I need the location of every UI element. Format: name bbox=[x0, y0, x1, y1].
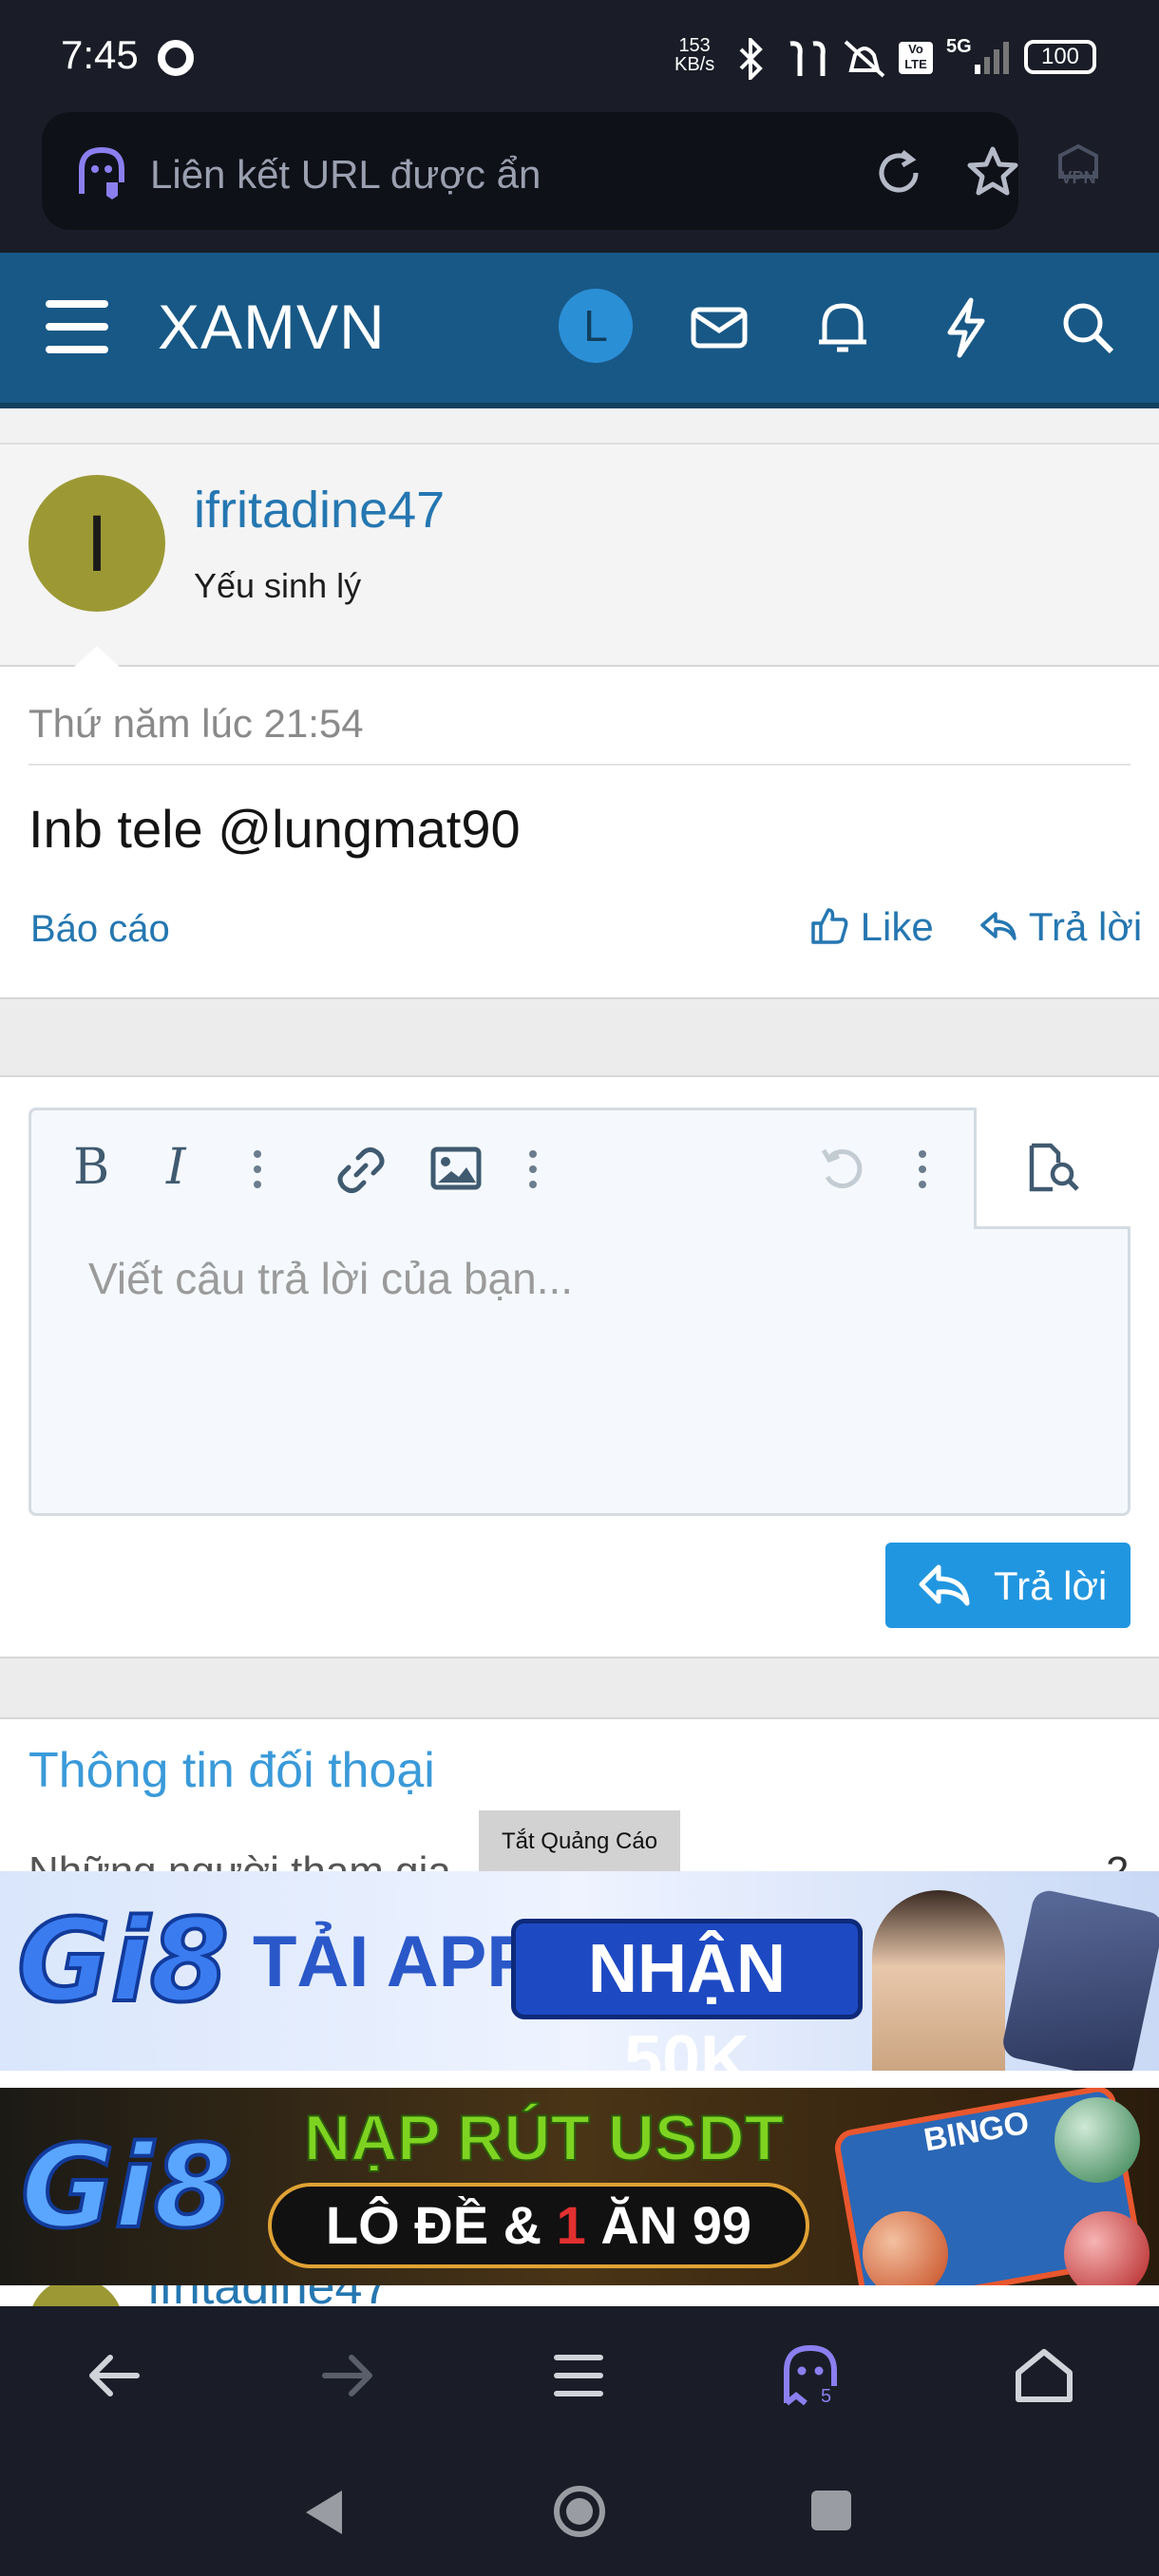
divider bbox=[28, 764, 1130, 766]
thumbs-up-icon bbox=[811, 908, 848, 944]
author-avatar[interactable]: I bbox=[28, 475, 165, 612]
status-bar: 7:45 153 KB/s Vo LTE 5G 100 bbox=[0, 0, 1159, 104]
next-post-peek: ifritadine47 bbox=[0, 2285, 1159, 2306]
status-time: 7:45 bbox=[61, 32, 139, 77]
post-text: Inb tele @lungmat90 bbox=[28, 799, 521, 859]
reload-icon[interactable] bbox=[874, 148, 923, 198]
system-nav-bar bbox=[0, 2445, 1159, 2576]
system-home-icon[interactable] bbox=[551, 2483, 608, 2540]
post-author-block: I ifritadine47 Yếu sinh lý bbox=[0, 443, 1159, 669]
ad-text: TẢI APP bbox=[253, 1922, 535, 2002]
browser-toolbar: Liên kết URL được ẩn VPN bbox=[0, 104, 1159, 253]
browser-bottom-nav: 5 bbox=[0, 2306, 1159, 2445]
report-link[interactable]: Báo cáo bbox=[30, 908, 170, 951]
ad-ball bbox=[1054, 2097, 1140, 2183]
reply-link[interactable]: Trả lời bbox=[978, 904, 1142, 950]
bold-icon[interactable]: B bbox=[73, 1139, 109, 1196]
reply-editor[interactable]: B I Viết câu trả lời của bạn... bbox=[28, 1108, 1130, 1516]
ad-text: NẠP RÚT USDT bbox=[303, 2101, 785, 2175]
url-bar[interactable]: Liên kết URL được ẩn bbox=[42, 112, 1018, 230]
preview-button[interactable] bbox=[974, 1108, 1130, 1229]
record-icon bbox=[158, 40, 194, 76]
image-icon[interactable] bbox=[430, 1146, 482, 1190]
post-date[interactable]: Thứ năm lúc 21:54 bbox=[28, 701, 364, 747]
user-avatar[interactable]: L bbox=[559, 289, 633, 363]
author-title: Yếu sinh lý bbox=[194, 566, 362, 605]
system-back-icon[interactable] bbox=[300, 2487, 348, 2538]
quick-reply-block: B I Viết câu trả lời của bạn... Trả lời bbox=[0, 1077, 1159, 1658]
volte-icon: Vo LTE bbox=[899, 42, 933, 74]
mute-icon bbox=[844, 40, 885, 78]
lightning-icon[interactable] bbox=[933, 294, 999, 361]
ad-text: LÔ ĐỀ & 1 ĂN 99 bbox=[268, 2183, 809, 2268]
network-label: 5G bbox=[946, 36, 972, 57]
ad-model-image bbox=[872, 1890, 1005, 2071]
menu-icon[interactable] bbox=[46, 300, 108, 353]
italic-icon[interactable]: I bbox=[166, 1139, 186, 1196]
close-ads-button[interactable]: Tắt Quảng Cáo bbox=[479, 1810, 680, 1873]
back-arrow-icon[interactable] bbox=[80, 2340, 150, 2411]
ad-brand-logo: Gi8 bbox=[19, 2120, 235, 2256]
search-icon[interactable] bbox=[1054, 294, 1121, 361]
thread-info-title: Thông tin đối thoại bbox=[28, 1743, 435, 1798]
reply-arrow-icon bbox=[980, 912, 1016, 940]
editor-toolbar: B I bbox=[31, 1110, 974, 1228]
mail-icon[interactable] bbox=[686, 294, 752, 361]
link-icon[interactable] bbox=[335, 1145, 387, 1196]
reply-arrow-icon bbox=[919, 1564, 970, 1606]
vpn-icon[interactable]: VPN bbox=[1045, 142, 1112, 209]
separator bbox=[0, 1658, 1159, 1719]
author-username[interactable]: ifritadine47 bbox=[194, 481, 445, 540]
menu-icon[interactable] bbox=[543, 2340, 614, 2411]
tab-count: 5 bbox=[821, 2386, 832, 2407]
ad-banner-2[interactable]: Gi8 NẠP RÚT USDT LÔ ĐỀ & 1 ĂN 99 BINGO bbox=[0, 2088, 1159, 2285]
home-icon[interactable] bbox=[1009, 2340, 1079, 2411]
ad-phone-image bbox=[999, 1887, 1159, 2071]
ad-brand-logo: Gi8 bbox=[15, 1894, 231, 2030]
submit-reply-button[interactable]: Trả lời bbox=[885, 1543, 1130, 1628]
undo-icon[interactable] bbox=[818, 1145, 865, 1192]
preview-document-icon bbox=[1029, 1143, 1079, 1192]
ad-banner-1[interactable]: Gi8 TẢI APP NHẬN 50K bbox=[0, 1871, 1159, 2071]
next-post-avatar bbox=[28, 2285, 124, 2306]
reply-placeholder: Viết câu trả lời của bạn... bbox=[88, 1254, 574, 1303]
post-body: Thứ năm lúc 21:54 Inb tele @lungmat90 Bá… bbox=[0, 667, 1159, 999]
author-caret bbox=[72, 646, 122, 669]
bluetooth-icon bbox=[739, 38, 763, 80]
bookmark-star-icon[interactable] bbox=[965, 144, 1020, 199]
more-vertical-icon[interactable] bbox=[252, 1148, 263, 1190]
system-recents-icon[interactable] bbox=[809, 2489, 853, 2532]
tabs-ghost-icon[interactable]: 5 bbox=[775, 2340, 846, 2411]
bell-icon[interactable] bbox=[809, 294, 876, 361]
signal-icon bbox=[975, 42, 1009, 74]
site-logo[interactable]: XAMVN bbox=[158, 291, 386, 363]
net-speed: 153 KB/s bbox=[674, 35, 715, 75]
battery-icon: 100 bbox=[1024, 40, 1096, 74]
more-vertical-icon[interactable] bbox=[527, 1148, 539, 1190]
next-post-username[interactable]: ifritadine47 bbox=[148, 2285, 390, 2306]
separator bbox=[0, 2071, 1159, 2088]
url-text[interactable]: Liên kết URL được ẩn bbox=[150, 152, 541, 198]
separator bbox=[0, 999, 1159, 1077]
private-ghost-icon bbox=[79, 146, 124, 199]
forward-arrow-icon[interactable] bbox=[312, 2340, 382, 2411]
more-vertical-icon[interactable] bbox=[917, 1148, 928, 1190]
earbuds-icon bbox=[789, 41, 826, 76]
ad-text: NHẬN 50K bbox=[511, 1919, 863, 2071]
like-button[interactable]: Like bbox=[809, 904, 934, 950]
site-header: XAMVN L bbox=[0, 253, 1159, 408]
